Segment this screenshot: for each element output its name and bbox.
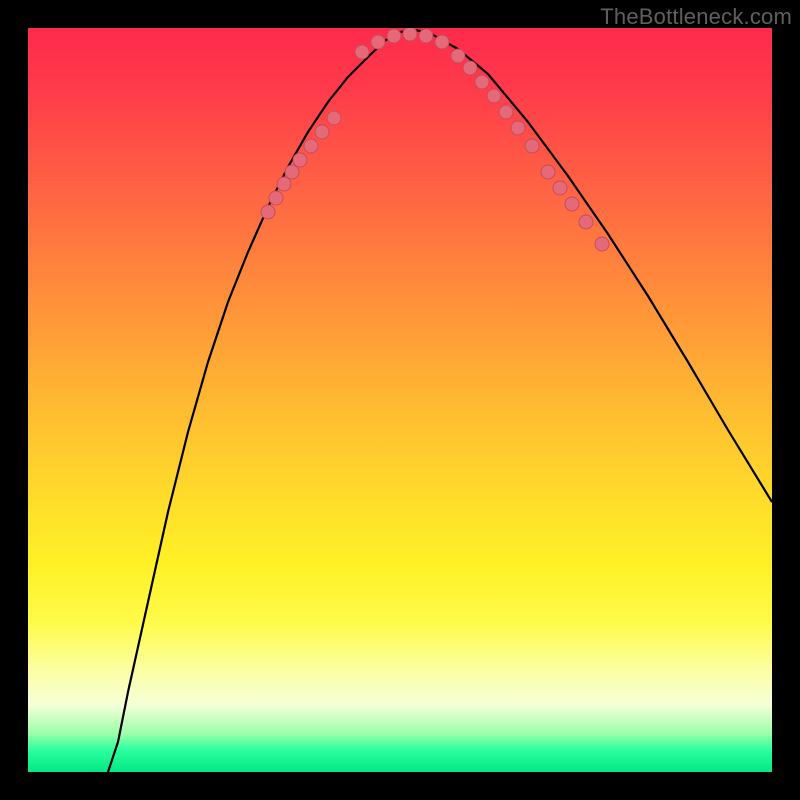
marker-dot <box>293 153 307 167</box>
marker-dot <box>595 237 609 251</box>
chart-svg <box>28 28 772 772</box>
marker-dot <box>565 197 579 211</box>
marker-dot <box>499 105 513 119</box>
marker-dot <box>553 181 567 195</box>
marker-dot <box>285 165 299 179</box>
marker-dot <box>525 139 539 153</box>
marker-dot <box>261 205 275 219</box>
marker-dot <box>487 89 501 103</box>
marker-dot <box>463 61 477 75</box>
marker-dot <box>371 35 385 49</box>
marker-dot <box>327 111 341 125</box>
marker-dot <box>451 49 465 63</box>
marker-layer <box>261 28 609 251</box>
marker-dot <box>475 75 489 89</box>
watermark-text: TheBottleneck.com <box>600 4 792 30</box>
frame: TheBottleneck.com <box>0 0 800 800</box>
marker-dot <box>511 121 525 135</box>
marker-dot <box>403 28 417 41</box>
marker-dot <box>269 191 283 205</box>
marker-dot <box>419 29 433 43</box>
marker-dot <box>387 29 401 43</box>
marker-dot <box>304 139 318 153</box>
marker-dot <box>579 215 593 229</box>
marker-dot <box>435 35 449 49</box>
marker-dot <box>355 45 369 59</box>
marker-dot <box>277 177 291 191</box>
plot-area <box>28 28 772 772</box>
marker-dot <box>541 165 555 179</box>
bottleneck-curve <box>108 30 772 772</box>
marker-dot <box>315 125 329 139</box>
